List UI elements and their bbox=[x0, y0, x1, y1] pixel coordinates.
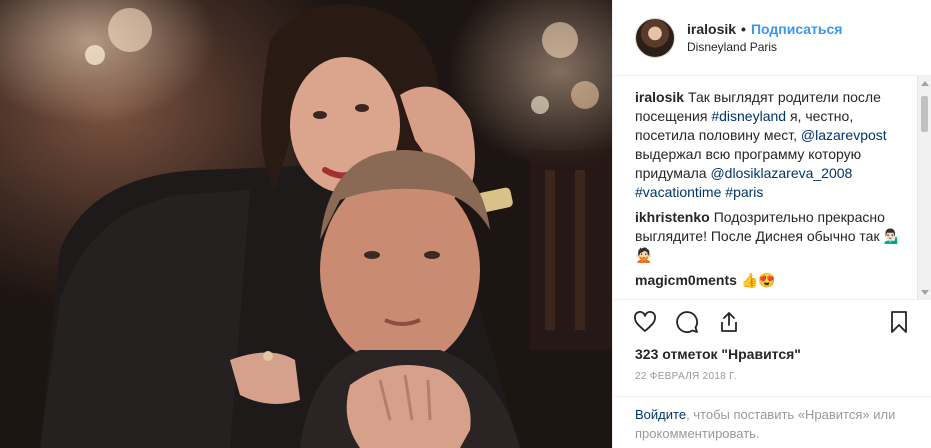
scroll-down-arrow-icon[interactable] bbox=[921, 290, 929, 295]
post-date[interactable]: 22 февраля 2018 г. bbox=[613, 371, 931, 382]
comment-link[interactable]: @dlosiklazareva_2008 bbox=[710, 165, 852, 181]
author-username[interactable]: iralosik bbox=[687, 21, 736, 37]
location-link[interactable]: Disneyland Paris bbox=[687, 40, 842, 54]
comment-text: Довольные)) это же отлично! bbox=[700, 297, 889, 299]
photo-illustration bbox=[40, 4, 612, 448]
comment-link[interactable]: #vacationtime bbox=[635, 184, 721, 200]
comment-link[interactable]: #paris bbox=[725, 184, 763, 200]
scroll-thumb[interactable] bbox=[921, 96, 928, 132]
header-text: iralosik • Подписаться Disneyland Paris bbox=[687, 21, 842, 54]
login-prompt: Войдите, чтобы поставить «Нравится» или … bbox=[613, 396, 931, 448]
avatar[interactable] bbox=[635, 17, 675, 58]
comment-item: ikhristenko Подозрительно прекрасно выгля… bbox=[635, 208, 911, 265]
follow-button[interactable]: Подписаться bbox=[751, 21, 843, 37]
share-arrow-icon[interactable] bbox=[717, 310, 741, 334]
comment-item: imgemini Довольные)) это же отлично! bbox=[635, 296, 911, 299]
header-row: iralosik • Подписаться bbox=[687, 21, 842, 37]
comment-item: magicm0ments 👍😍 bbox=[635, 271, 911, 290]
bookmark-icon[interactable] bbox=[887, 310, 911, 334]
scroll-up-arrow-icon[interactable] bbox=[921, 81, 929, 86]
comment-username[interactable]: magicm0ments bbox=[635, 272, 737, 288]
likes-count[interactable]: 323 отметок "Нравится" bbox=[613, 346, 931, 362]
post-photo[interactable] bbox=[0, 0, 612, 448]
speech-bubble-icon[interactable] bbox=[675, 310, 699, 334]
heart-outline-icon[interactable] bbox=[633, 310, 657, 334]
comments-list[interactable]: iralosik Так выглядят родители после посе… bbox=[613, 76, 931, 300]
comment-link[interactable]: #disneyland bbox=[711, 108, 786, 124]
comment-link[interactable]: @lazarevpost bbox=[801, 127, 887, 143]
post-header: iralosik • Подписаться Disneyland Paris bbox=[613, 0, 931, 76]
post-side-panel: iralosik • Подписаться Disneyland Paris … bbox=[612, 0, 931, 448]
comment-text: 👍😍 bbox=[740, 272, 776, 288]
comment-username[interactable]: ikhristenko bbox=[635, 209, 710, 225]
comments-scrollbar[interactable] bbox=[917, 76, 931, 299]
comment-username[interactable]: iralosik bbox=[635, 89, 684, 105]
separator-dot: • bbox=[741, 21, 746, 37]
comment-item: iralosik Так выглядят родители после посе… bbox=[635, 88, 911, 202]
login-link[interactable]: Войдите bbox=[635, 407, 686, 422]
action-bar bbox=[613, 300, 931, 344]
instagram-post: iralosik • Подписаться Disneyland Paris … bbox=[0, 0, 931, 448]
comment-username[interactable]: imgemini bbox=[635, 297, 696, 299]
